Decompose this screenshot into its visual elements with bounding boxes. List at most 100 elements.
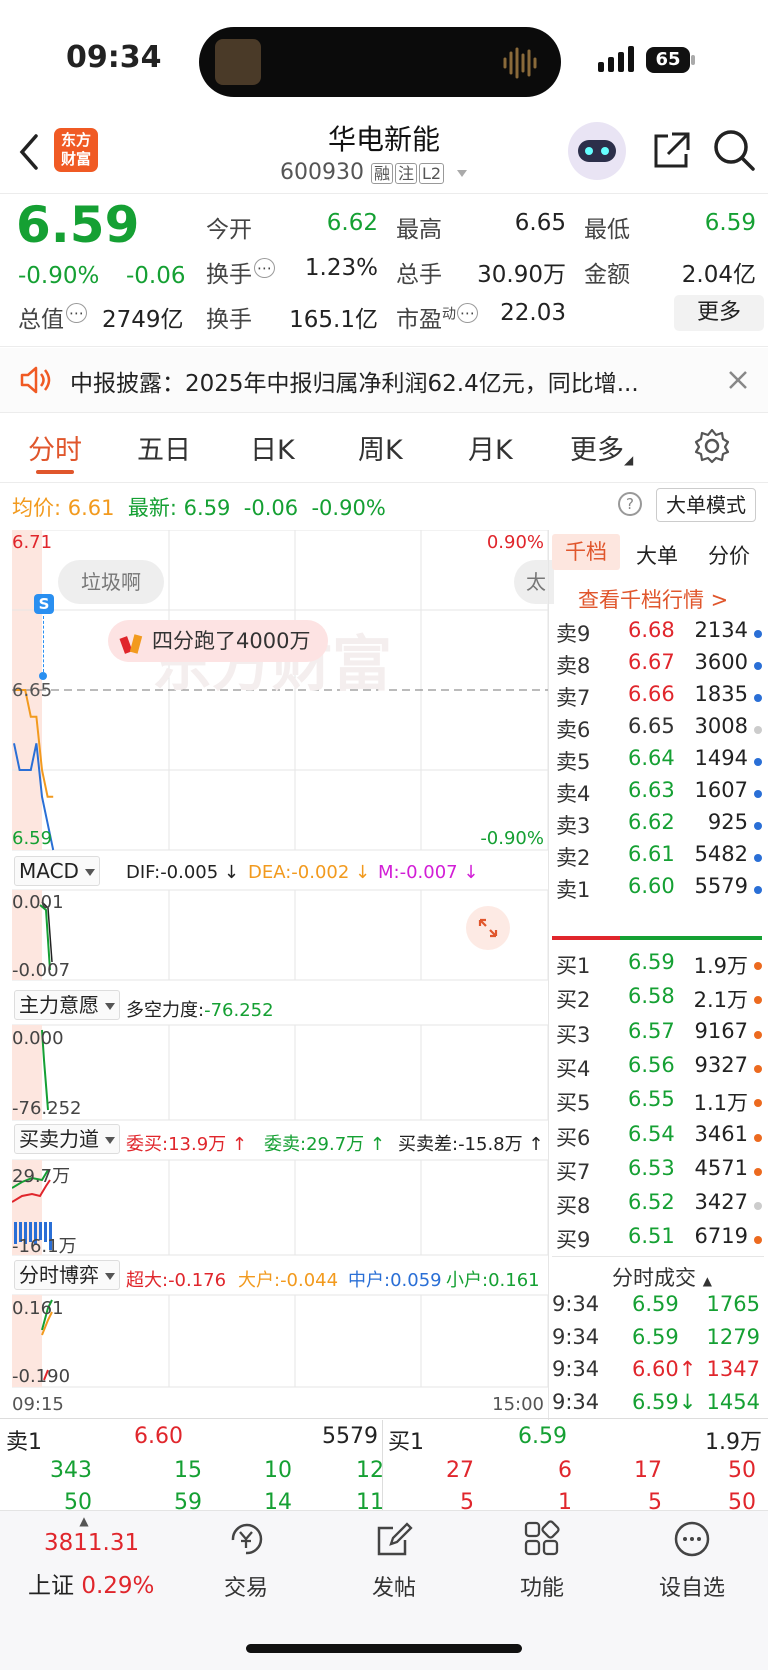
bid-row[interactable]: 买3 6.57 9167 [552, 1019, 762, 1053]
tab-big-orders[interactable]: 大单 [636, 540, 678, 570]
ask-volume: 3008 [694, 714, 748, 738]
more-button[interactable]: 更多 [674, 295, 764, 331]
robot-assistant-icon[interactable] [568, 122, 626, 180]
notice-text[interactable]: 中报披露：2025年中报归属净利润62.4亿元，同比增... [70, 364, 639, 398]
ask-price: 6.65 [628, 714, 675, 738]
nav-add-watchlist[interactable]: 设自选 [642, 1520, 742, 1602]
tab-five-day[interactable]: 五日 [137, 428, 191, 467]
value-total-cap: 2749亿 [102, 307, 184, 333]
event-bubble[interactable]: 四分跑了4000万 [108, 620, 329, 662]
label-open: 今开 [206, 217, 252, 243]
ask-row[interactable]: 卖9 6.68 2134 [552, 618, 762, 652]
order-dot-icon [754, 790, 762, 798]
ask-row[interactable]: 卖8 6.67 3600 [552, 650, 762, 684]
order-dot-icon [754, 1030, 762, 1039]
tab-daily-k[interactable]: 日K [250, 428, 295, 467]
tab-thousand-levels[interactable]: 千档 [552, 534, 620, 570]
search-icon[interactable] [712, 128, 756, 172]
bid-price: 6.52 [628, 1190, 675, 1215]
bid-row[interactable]: 买1 6.59 1.9万 [552, 950, 762, 984]
ask-volume: 3600 [694, 650, 748, 674]
mmld-top: 29.7万 [12, 1166, 71, 1187]
view-levels-link[interactable]: 查看千档行情 > [578, 584, 728, 614]
ask-price: 6.60 [628, 874, 675, 898]
help-icon[interactable]: ? [618, 492, 642, 516]
macd-selector[interactable]: MACD [14, 856, 100, 886]
index-ticker[interactable]: ▲ 3811.31 上证 0.29% [24, 1514, 154, 1604]
share-icon[interactable] [650, 130, 692, 172]
ask-level: 卖7 [556, 686, 591, 710]
nav-functions[interactable]: 功能 [492, 1520, 592, 1602]
queue-bid-vol: 50 [728, 1458, 756, 1483]
big-order-mode-button[interactable]: 大单模式 [656, 488, 756, 522]
settings-gear-icon[interactable] [694, 428, 730, 464]
fsby-selector[interactable]: 分时博弈 [14, 1260, 120, 1290]
bid-row[interactable]: 买7 6.53 4571 [552, 1156, 762, 1190]
bid-volume: 3427 [694, 1190, 748, 1215]
bid-row[interactable]: 买8 6.52 3427 [552, 1190, 762, 1224]
info-icon[interactable]: ⋯ [457, 303, 478, 324]
zhuli-selector[interactable]: 主力意愿 [14, 990, 120, 1020]
ask-row[interactable]: 卖2 6.61 5482 [552, 842, 762, 876]
trade-time: 9:34 [552, 1389, 600, 1414]
bid-row[interactable]: 买5 6.55 1.1万 [552, 1087, 762, 1121]
ask-row[interactable]: 卖4 6.63 1607 [552, 778, 762, 812]
nav-post-label: 发帖 [371, 1576, 416, 1601]
order-dot-icon [754, 662, 762, 670]
notice-bar[interactable]: 中报披露：2025年中报归属净利润62.4亿元，同比增... [0, 348, 768, 412]
bid-price: 6.53 [628, 1155, 675, 1180]
ask-row[interactable]: 卖1 6.60 5579 [552, 874, 762, 908]
trade-volume: 1454 [706, 1389, 760, 1414]
status-bar: 09:34 65 [0, 0, 768, 120]
expand-icon[interactable] [466, 906, 510, 950]
chat-dots-icon [674, 1521, 710, 1557]
dynamic-island [199, 27, 561, 97]
bid-row[interactable]: 买2 6.58 2.1万 [552, 984, 762, 1018]
close-icon[interactable] [728, 370, 748, 390]
tab-monthly-k[interactable]: 月K [468, 428, 513, 467]
s-marker-icon[interactable]: S [34, 594, 54, 614]
tab-weekly-k[interactable]: 周K [358, 428, 403, 467]
queue-ask-vol: 15 [174, 1458, 202, 1483]
bid-level: 买9 [556, 1228, 591, 1253]
ask-row[interactable]: 卖5 6.64 1494 [552, 746, 762, 780]
ask-volume: 2134 [694, 618, 748, 642]
badge-margin: 融 [370, 163, 393, 184]
ask-row[interactable]: 卖6 6.65 3008 [552, 714, 762, 748]
nav-trade[interactable]: 交易 [196, 1520, 296, 1602]
ask-price: 6.63 [628, 778, 675, 802]
tab-timeshare[interactable]: 分时 [28, 428, 82, 467]
trade-row: 9:34 6.59 1765 [552, 1292, 762, 1324]
label-pe: 市盈动 ⋯ [396, 300, 478, 334]
last-price: 6.59 [16, 196, 140, 254]
nav-post[interactable]: 发帖 [344, 1520, 444, 1602]
order-dot-icon [754, 630, 762, 638]
summary-ask-vol: 5579 [322, 1424, 378, 1449]
mmld-selector[interactable]: 买卖力道 [14, 1124, 120, 1154]
zhuli-bot: -76.252 [12, 1098, 82, 1119]
mmld-diff: 买卖差:-15.8万 ↑ [398, 1134, 544, 1155]
trade-price: 6.59 [632, 1324, 679, 1349]
label-total-cap: 总值 ⋯ [18, 300, 87, 334]
comment-bubble[interactable]: 垃圾啊 [58, 560, 164, 604]
tab-more[interactable]: 更多◢ [570, 428, 633, 467]
trade-row: 9:34 6.60↑ 1347 [552, 1357, 762, 1389]
bid-price: 6.59 [628, 950, 675, 974]
info-icon[interactable]: ⋯ [66, 303, 87, 324]
trades-title[interactable]: 分时成交 ▲ [612, 1262, 712, 1292]
ask-row[interactable]: 卖7 6.66 1835 [552, 682, 762, 716]
fsby-mid: 中户:0.059 [348, 1270, 442, 1291]
queue-bid-vol: 27 [446, 1458, 474, 1483]
label-high: 最高 [396, 217, 442, 243]
tab-price-dist[interactable]: 分价 [708, 540, 750, 570]
bid-row[interactable]: 买6 6.54 3461 [552, 1122, 762, 1156]
bid-row[interactable]: 买4 6.56 9327 [552, 1053, 762, 1087]
bid-volume: 1.1万 [693, 1091, 748, 1116]
y-mid-label: 6.65 [12, 680, 53, 701]
ask-row[interactable]: 卖3 6.62 925 [552, 810, 762, 844]
info-icon[interactable]: ⋯ [254, 258, 275, 279]
bid-row[interactable]: 买9 6.51 6719 [552, 1224, 762, 1258]
stock-code-row[interactable]: 600930 融注 L2 [280, 160, 468, 185]
bid-level: 买2 [556, 988, 591, 1013]
chart-panel[interactable]: 6.71 0.90% 6.65 6.59 -0.90% 垃圾啊 太 东方财富 四… [12, 530, 554, 1540]
